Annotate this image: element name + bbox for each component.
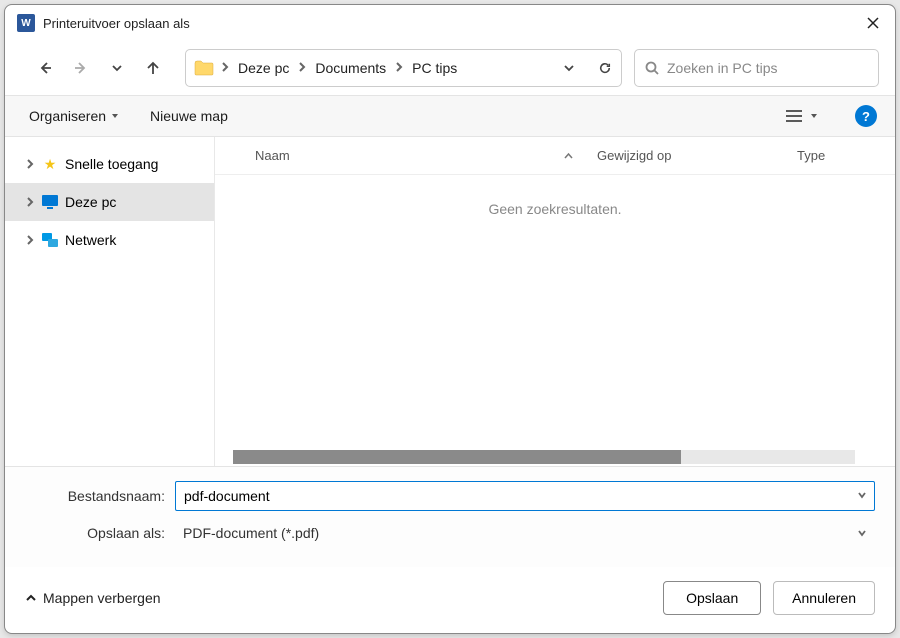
tree-item-this-pc[interactable]: Deze pc xyxy=(5,183,214,221)
save-button[interactable]: Opslaan xyxy=(663,581,761,615)
word-app-icon: W xyxy=(17,14,35,32)
history-dropdown[interactable] xyxy=(101,52,133,84)
content-pane: Naam Gewijzigd op Type Geen zoekresultat… xyxy=(215,137,895,466)
view-options[interactable] xyxy=(781,105,821,127)
scrollbar-thumb[interactable] xyxy=(233,450,681,464)
form-area: Bestandsnaam: Opslaan als: PDF-document … xyxy=(5,466,895,567)
close-button[interactable] xyxy=(861,11,885,35)
saveas-combo[interactable]: PDF-document (*.pdf) xyxy=(175,519,875,547)
organize-menu[interactable]: Organiseren xyxy=(23,104,124,128)
refresh-button[interactable] xyxy=(597,60,613,76)
column-headers: Naam Gewijzigd op Type xyxy=(215,137,895,175)
arrow-right-icon xyxy=(74,61,88,75)
chevron-right-icon xyxy=(25,197,35,207)
refresh-icon xyxy=(599,62,611,74)
network-icon xyxy=(41,231,59,249)
tree-item-quick-access[interactable]: ★ Snelle toegang xyxy=(5,145,214,183)
search-icon xyxy=(645,61,659,75)
chevron-up-icon xyxy=(25,592,37,604)
chevron-right-icon xyxy=(25,235,35,245)
up-button[interactable] xyxy=(137,52,169,84)
help-button[interactable]: ? xyxy=(855,105,877,127)
breadcrumb-item[interactable]: PC tips xyxy=(410,58,459,78)
star-icon: ★ xyxy=(41,155,59,173)
save-as-dialog: W Printeruitvoer opslaan als Deze pc Doc… xyxy=(4,4,896,634)
chevron-right-icon xyxy=(220,59,230,77)
chevron-right-icon xyxy=(25,159,35,169)
monitor-icon xyxy=(41,193,59,211)
file-list: Geen zoekresultaten. xyxy=(215,175,895,466)
tree-item-network[interactable]: Netwerk xyxy=(5,221,214,259)
empty-message: Geen zoekresultaten. xyxy=(215,175,895,217)
horizontal-scrollbar[interactable] xyxy=(233,450,855,464)
column-header-type[interactable]: Type xyxy=(785,148,895,163)
chevron-down-icon xyxy=(857,490,867,500)
list-view-icon xyxy=(785,109,803,123)
back-button[interactable] xyxy=(29,52,61,84)
arrow-up-icon xyxy=(146,61,160,75)
saveas-row: Opslaan als: PDF-document (*.pdf) xyxy=(25,519,875,547)
address-dropdown[interactable] xyxy=(561,60,577,76)
body-area: ★ Snelle toegang Deze pc Netwerk Naam Ge xyxy=(5,137,895,466)
close-icon xyxy=(867,17,879,29)
navigation-row: Deze pc Documents PC tips xyxy=(5,41,895,95)
arrow-left-icon xyxy=(38,61,52,75)
new-folder-button[interactable]: Nieuwe map xyxy=(144,104,234,128)
filename-row: Bestandsnaam: xyxy=(25,481,875,511)
search-box[interactable] xyxy=(634,49,879,87)
chevron-down-icon xyxy=(110,61,124,75)
column-header-name[interactable]: Naam xyxy=(215,148,585,163)
hide-folders-toggle[interactable]: Mappen verbergen xyxy=(25,590,161,606)
footer: Mappen verbergen Opslaan Annuleren xyxy=(5,567,895,633)
tree-item-label: Netwerk xyxy=(65,232,116,248)
forward-button[interactable] xyxy=(65,52,97,84)
toolbar: Organiseren Nieuwe map ? xyxy=(5,95,895,137)
titlebar: W Printeruitvoer opslaan als xyxy=(5,5,895,41)
cancel-button[interactable]: Annuleren xyxy=(773,581,875,615)
search-input[interactable] xyxy=(667,60,868,76)
chevron-down-icon xyxy=(563,62,575,74)
filename-input[interactable] xyxy=(175,481,875,511)
breadcrumb-item[interactable]: Deze pc xyxy=(236,58,291,78)
sort-asc-icon xyxy=(564,152,573,160)
chevron-right-icon xyxy=(394,59,404,77)
column-header-modified[interactable]: Gewijzigd op xyxy=(585,148,785,163)
filename-label: Bestandsnaam: xyxy=(25,488,175,504)
chevron-right-icon xyxy=(297,59,307,77)
window-title: Printeruitvoer opslaan als xyxy=(43,16,861,31)
saveas-label: Opslaan als: xyxy=(25,525,175,541)
navigation-pane: ★ Snelle toegang Deze pc Netwerk xyxy=(5,137,215,466)
tree-item-label: Deze pc xyxy=(65,194,116,210)
folder-icon xyxy=(194,60,214,76)
tree-item-label: Snelle toegang xyxy=(65,156,158,172)
chevron-down-icon xyxy=(857,528,867,538)
address-bar[interactable]: Deze pc Documents PC tips xyxy=(185,49,622,87)
breadcrumb-item[interactable]: Documents xyxy=(313,58,388,78)
filename-dropdown[interactable] xyxy=(857,487,867,505)
